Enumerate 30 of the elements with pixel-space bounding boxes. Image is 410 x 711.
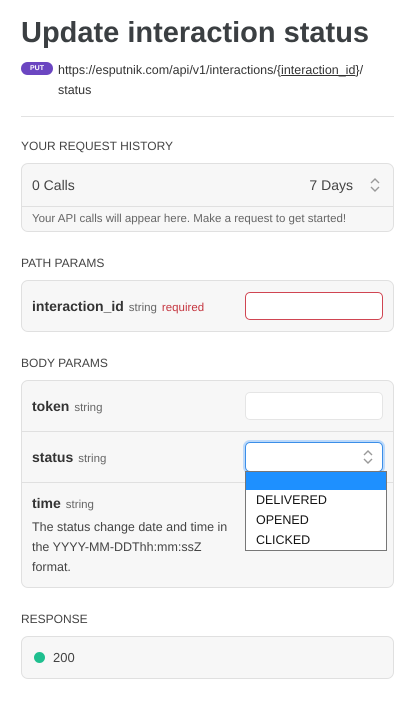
- response-code: 200: [53, 650, 75, 665]
- page-title: Update interaction status: [21, 16, 370, 51]
- param-type: string: [74, 402, 102, 414]
- param-type: string: [66, 499, 94, 511]
- url-text: https://esputnik.com/api/v1/interactions/{: [58, 63, 282, 77]
- dropdown-option[interactable]: OPENED: [246, 510, 386, 530]
- param-name: token: [32, 398, 70, 414]
- param-description: The status change date and time in the YYYY-MM-DDThh:mm:ssZ format.: [32, 519, 228, 576]
- param-name: status: [32, 449, 74, 465]
- dropdown-option[interactable]: DELIVERED: [246, 490, 386, 510]
- param-type: string: [128, 302, 157, 314]
- chevron-updown-icon: [369, 177, 381, 193]
- section-heading: RESPONSE: [21, 612, 89, 626]
- dropdown-option[interactable]: CLICKED: [246, 530, 386, 550]
- param-input[interactable]: [245, 292, 383, 320]
- param-name: time: [32, 495, 61, 511]
- section-heading: BODY PARAMS: [21, 356, 109, 370]
- required-label: required: [162, 302, 204, 314]
- period-select[interactable]: 7 Days: [307, 177, 383, 193]
- param-type: string: [78, 453, 106, 465]
- url-param-link[interactable]: interaction_id: [281, 63, 356, 77]
- history-note: Your API calls will appear here. Make a request to get started!: [31, 212, 348, 227]
- chevron-updown-icon: [362, 449, 374, 465]
- section-heading: PATH PARAMS: [21, 256, 106, 270]
- status-select[interactable]: [245, 442, 383, 472]
- calls-count: 0 Calls: [32, 177, 75, 193]
- section-heading: YOUR REQUEST HISTORY: [21, 139, 174, 153]
- url-text: status: [58, 82, 92, 99]
- param-name: interaction_id: [32, 298, 124, 314]
- url-text: }/: [355, 63, 364, 77]
